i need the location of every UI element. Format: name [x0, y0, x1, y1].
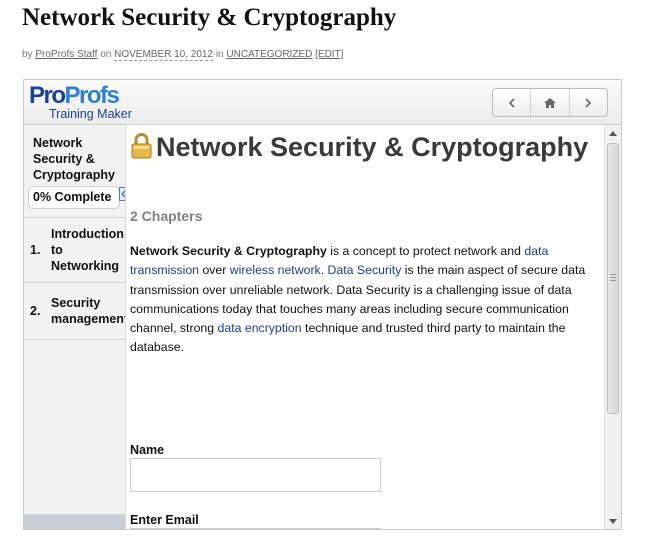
- chapter-number: 2.: [30, 304, 41, 318]
- chapter-sidebar: Network Security & Cryptography 0% Compl…: [24, 125, 126, 529]
- chevron-right-icon: [585, 97, 592, 108]
- chevron-left-icon: [508, 97, 515, 108]
- post-title: Network Security & Cryptography: [22, 4, 397, 31]
- logo-brand-b: Profs: [64, 82, 120, 109]
- back-button[interactable]: [493, 89, 532, 116]
- chapter-label-line: Security: [51, 296, 101, 310]
- chapters-count: 2 Chapters: [130, 208, 203, 224]
- content-scrollbar[interactable]: [604, 125, 621, 529]
- sidebar-item-chapter-2[interactable]: 2. Security management: [24, 283, 125, 340]
- name-field[interactable]: [130, 458, 381, 492]
- content-title: Network Security & Cryptography: [130, 129, 600, 166]
- course-content: Network Security & Cryptography 2 Chapte…: [127, 125, 604, 529]
- arrow-up-icon: [609, 131, 617, 136]
- link-wireless-network[interactable]: wireless network: [230, 263, 321, 277]
- sidebar-course-title[interactable]: Network Security & Cryptography: [33, 135, 125, 183]
- logo-brand: ProProfs: [29, 82, 120, 110]
- logo-subtitle: Training Maker: [49, 107, 132, 121]
- chapter-label: Security management: [51, 295, 126, 327]
- link-data-security[interactable]: Data Security: [328, 263, 402, 277]
- link-data-encryption[interactable]: data encryption: [218, 321, 302, 335]
- desc-text: over: [199, 263, 230, 278]
- meta-in-text: in: [215, 49, 224, 60]
- home-icon: [543, 97, 556, 108]
- proprofs-logo[interactable]: ProProfs Training Maker: [29, 82, 149, 124]
- meta-by-text: by: [22, 49, 33, 60]
- sidebar-item-chapter-1[interactable]: 1. Introduction to Networking: [24, 218, 125, 283]
- desc-text: .: [320, 263, 328, 278]
- progress-indicator: 0% Complete: [28, 186, 120, 209]
- scrollbar-thumb[interactable]: [607, 143, 619, 414]
- forward-button[interactable]: [570, 89, 607, 116]
- nav-button-group: [492, 88, 608, 117]
- chapter-label: Introduction to Networking: [51, 226, 125, 274]
- email-field[interactable]: [130, 528, 381, 529]
- post-meta: by ProProfs Staff on NOVEMBER 10, 2012 i…: [22, 49, 343, 61]
- category-link[interactable]: UNCATEGORIZED: [226, 49, 312, 60]
- lock-icon: [131, 133, 152, 159]
- training-widget: ProProfs Training Maker Network Security…: [23, 79, 622, 530]
- chapter-number: 1.: [30, 243, 41, 257]
- scroll-up-button[interactable]: [608, 128, 618, 138]
- email-label: Enter Email: [130, 513, 199, 527]
- content-title-text: Network Security & Cryptography: [156, 132, 589, 162]
- chapter-label-line: management: [51, 312, 126, 326]
- author-link[interactable]: ProProfs Staff: [35, 49, 97, 60]
- course-description: Network Security & Cryptography is a con…: [130, 242, 604, 358]
- date-link[interactable]: NOVEMBER 10, 2012: [114, 49, 214, 61]
- progress-label: 0% Complete: [33, 190, 112, 204]
- logo-brand-a: Pro: [29, 82, 66, 109]
- chapter-label-line: to: [51, 243, 63, 257]
- collapse-icon[interactable]: [119, 187, 126, 201]
- desc-text: is a concept to protect network and: [326, 244, 525, 258]
- course-summary: Network Security & Cryptography 0% Compl…: [24, 125, 125, 218]
- chapter-label-line: Introduction: [51, 227, 124, 241]
- grip-icon: [610, 274, 616, 281]
- scroll-down-button[interactable]: [608, 517, 618, 527]
- edit-link[interactable]: [EDIT]: [315, 49, 343, 60]
- name-label: Name: [130, 443, 165, 457]
- home-button[interactable]: [531, 89, 570, 116]
- widget-header: ProProfs Training Maker: [24, 80, 621, 125]
- arrow-down-icon: [609, 519, 617, 524]
- chapter-label-line: Networking: [51, 259, 120, 273]
- meta-on-text: on: [100, 49, 112, 60]
- desc-bold: Network Security & Cryptography: [130, 244, 327, 258]
- sidebar-scroll-track[interactable]: [24, 514, 125, 529]
